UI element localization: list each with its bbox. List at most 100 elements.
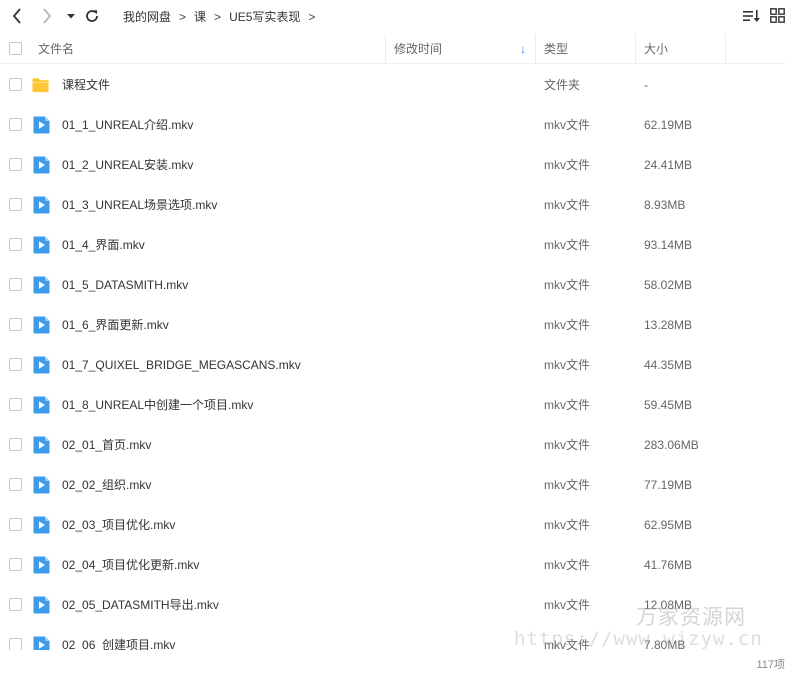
forward-button[interactable] — [37, 6, 57, 26]
file-row[interactable]: 01_1_UNREAL介绍.mkv mkv文件 62.19MB — [0, 105, 785, 145]
file-type: mkv文件 — [544, 438, 590, 452]
file-row[interactable]: 02_03_项目优化.mkv mkv文件 62.95MB — [0, 505, 785, 545]
sort-list-icon — [743, 10, 760, 22]
video-file-icon — [33, 276, 50, 294]
file-size: 62.95MB — [644, 518, 693, 532]
file-row[interactable]: 01_6_界面更新.mkv mkv文件 13.28MB — [0, 305, 785, 345]
select-all-checkbox[interactable] — [9, 42, 22, 55]
file-row[interactable]: 02_02_组织.mkv mkv文件 77.19MB — [0, 465, 785, 505]
file-type: mkv文件 — [544, 118, 590, 132]
file-size: 41.76MB — [644, 558, 693, 572]
breadcrumb-item-my-drive[interactable]: 我的网盘 — [123, 8, 171, 25]
video-file-icon — [33, 636, 50, 650]
sort-descending-icon[interactable]: ↓ — [520, 34, 526, 64]
column-divider[interactable] — [385, 34, 386, 64]
file-type: mkv文件 — [544, 278, 590, 292]
row-checkbox[interactable] — [9, 318, 22, 331]
row-checkbox[interactable] — [9, 598, 22, 611]
file-size: 24.41MB — [644, 158, 693, 172]
file-type: mkv文件 — [544, 238, 590, 252]
chevron-right-icon — [43, 8, 52, 24]
file-type: 文件夹 — [544, 78, 581, 92]
file-type: mkv文件 — [544, 318, 590, 332]
file-name: 01_6_界面更新.mkv — [62, 318, 169, 332]
video-file-icon — [33, 356, 50, 374]
refresh-icon — [86, 10, 98, 22]
file-size: 93.14MB — [644, 238, 693, 252]
video-file-icon — [33, 156, 50, 174]
file-row[interactable]: 01_7_QUIXEL_BRIDGE_MEGASCANS.mkv mkv文件 4… — [0, 345, 785, 385]
breadcrumb-item-current-folder[interactable]: UE5写实表现 — [229, 8, 300, 25]
column-divider[interactable] — [725, 34, 726, 64]
video-file-icon — [33, 516, 50, 534]
file-row[interactable]: 课程文件 文件夹 - — [0, 65, 785, 105]
file-size: - — [644, 78, 648, 92]
breadcrumb: 我的网盘 > 课 > UE5写实表现 > — [123, 8, 323, 25]
file-row[interactable]: 01_3_UNREAL场景选项.mkv mkv文件 8.93MB — [0, 185, 785, 225]
grid-view-icon — [770, 8, 785, 23]
breadcrumb-separator: > — [308, 9, 316, 24]
file-type: mkv文件 — [544, 518, 590, 532]
breadcrumb-item-course[interactable]: 课 — [194, 8, 206, 25]
video-file-icon — [33, 316, 50, 334]
row-checkbox[interactable] — [9, 558, 22, 571]
file-row[interactable]: 01_8_UNREAL中创建一个项目.mkv mkv文件 59.45MB — [0, 385, 785, 425]
row-checkbox[interactable] — [9, 638, 22, 650]
row-checkbox[interactable] — [9, 278, 22, 291]
watermark-title: 万家资源网 — [636, 605, 746, 629]
video-file-icon — [33, 476, 50, 494]
row-checkbox[interactable] — [9, 78, 22, 91]
toolbar: 我的网盘 > 课 > UE5写实表现 > — [0, 0, 785, 32]
file-row[interactable]: 01_5_DATASMITH.mkv mkv文件 58.02MB — [0, 265, 785, 305]
file-name: 02_03_项目优化.mkv — [62, 518, 176, 532]
view-mode-button[interactable] — [770, 8, 785, 24]
video-file-icon — [33, 116, 50, 134]
column-header-size[interactable]: 大小 — [644, 34, 668, 64]
row-checkbox[interactable] — [9, 438, 22, 451]
file-size: 62.19MB — [644, 118, 693, 132]
back-button[interactable] — [7, 6, 27, 26]
video-file-icon — [33, 396, 50, 414]
video-file-icon — [33, 596, 50, 614]
row-checkbox[interactable] — [9, 518, 22, 531]
file-name: 课程文件 — [62, 78, 111, 92]
row-checkbox[interactable] — [9, 358, 22, 371]
file-name: 01_7_QUIXEL_BRIDGE_MEGASCANS.mkv — [62, 358, 301, 372]
file-type: mkv文件 — [544, 478, 590, 492]
watermark-url: https://www.wjzyw.cn — [514, 628, 763, 650]
video-file-icon — [33, 556, 50, 574]
file-name: 02_01_首页.mkv — [62, 438, 152, 452]
file-row[interactable]: 02_04_项目优化更新.mkv mkv文件 41.76MB — [0, 545, 785, 585]
column-divider[interactable] — [535, 34, 536, 64]
column-header-type[interactable]: 类型 — [544, 34, 568, 64]
row-checkbox[interactable] — [9, 478, 22, 491]
column-header-name[interactable]: 文件名 — [38, 34, 74, 64]
video-file-icon — [33, 236, 50, 254]
file-type: mkv文件 — [544, 598, 590, 612]
row-checkbox[interactable] — [9, 238, 22, 251]
file-size: 77.19MB — [644, 478, 693, 492]
folder-icon — [32, 78, 49, 93]
refresh-button[interactable] — [82, 6, 102, 26]
file-name: 02_06_创建项目.mkv — [62, 638, 176, 650]
row-checkbox[interactable] — [9, 118, 22, 131]
sort-options-button[interactable] — [742, 8, 760, 24]
file-name: 01_5_DATASMITH.mkv — [62, 278, 189, 292]
file-list: 课程文件 文件夹 - 01_1_UNREAL介绍.mkv mkv文件 62.19… — [0, 65, 785, 650]
file-name: 02_04_项目优化更新.mkv — [62, 558, 200, 572]
column-divider[interactable] — [635, 34, 636, 64]
row-checkbox[interactable] — [9, 198, 22, 211]
row-checkbox[interactable] — [9, 158, 22, 171]
file-row[interactable]: 01_4_界面.mkv mkv文件 93.14MB — [0, 225, 785, 265]
file-name: 01_3_UNREAL场景选项.mkv — [62, 198, 218, 212]
row-checkbox[interactable] — [9, 398, 22, 411]
chevron-left-icon — [12, 8, 21, 24]
file-type: mkv文件 — [544, 158, 590, 172]
file-size: 58.02MB — [644, 278, 693, 292]
breadcrumb-separator: > — [214, 9, 222, 24]
file-type: mkv文件 — [544, 558, 590, 572]
file-row[interactable]: 01_2_UNREAL安装.mkv mkv文件 24.41MB — [0, 145, 785, 185]
history-dropdown-button[interactable] — [61, 6, 81, 26]
column-header-modified[interactable]: 修改时间 — [394, 34, 442, 64]
file-row[interactable]: 02_01_首页.mkv mkv文件 283.06MB — [0, 425, 785, 465]
